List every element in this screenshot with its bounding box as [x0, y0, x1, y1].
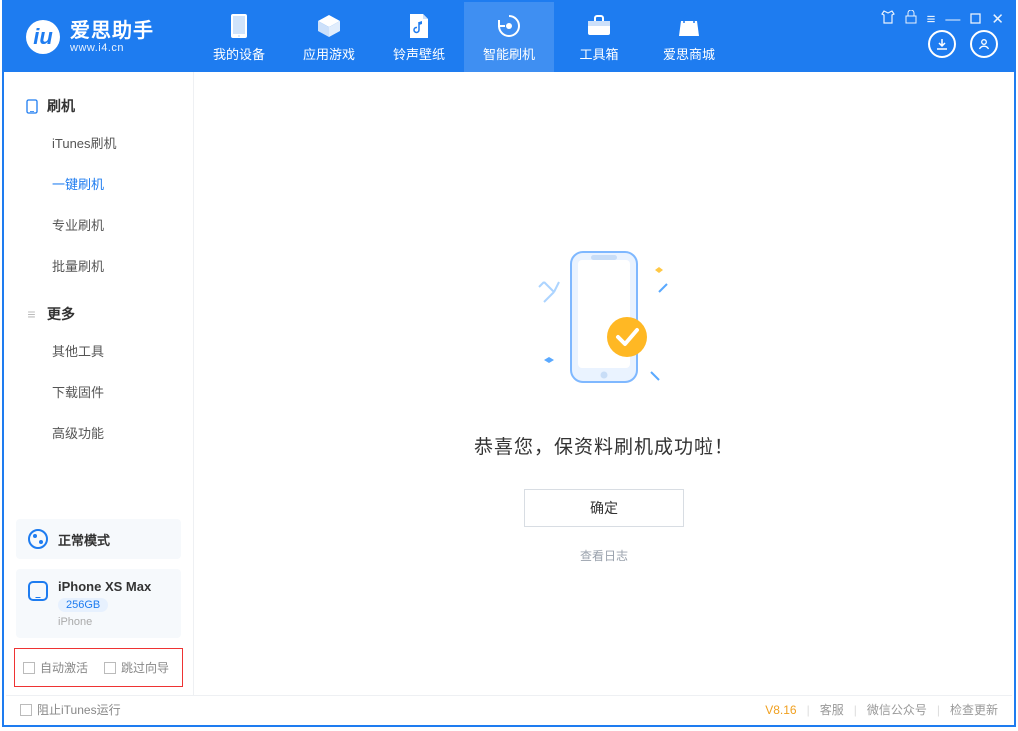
main-nav: 我的设备 应用游戏 铃声壁纸 智能刷机: [194, 2, 734, 72]
checkbox-icon: [20, 704, 32, 716]
sidebar-item-pro-flash[interactable]: 专业刷机: [4, 204, 193, 245]
app-url: www.i4.cn: [70, 42, 154, 54]
device-name: iPhone XS Max: [58, 579, 151, 594]
menu-icon[interactable]: ≡: [927, 11, 936, 28]
nav-label: 工具箱: [579, 44, 618, 63]
mode-card[interactable]: 正常模式: [16, 519, 181, 559]
nav-label: 应用游戏: [303, 44, 355, 63]
sidebar-group-more: ≡ 更多: [4, 298, 193, 330]
mode-icon: [28, 529, 48, 549]
nav-ringtone-wallpaper[interactable]: 铃声壁纸: [374, 2, 464, 72]
nav-label: 我的设备: [213, 44, 265, 63]
success-illustration: [529, 242, 679, 402]
sidebar-item-other-tools[interactable]: 其他工具: [4, 330, 193, 371]
group-title: 更多: [47, 304, 75, 324]
logo-area: iu 爱思助手 www.i4.cn: [4, 20, 194, 54]
checkbox-block-itunes[interactable]: 阻止iTunes运行: [20, 701, 121, 718]
nav-my-device[interactable]: 我的设备: [194, 2, 284, 72]
nav-label: 智能刷机: [483, 44, 535, 63]
refresh-shield-icon: [495, 12, 523, 40]
lock-icon[interactable]: [905, 10, 917, 28]
separator: |: [807, 703, 810, 717]
nav-toolbox[interactable]: 工具箱: [554, 2, 644, 72]
music-file-icon: [405, 12, 433, 40]
sidebar-item-itunes-flash[interactable]: iTunes刷机: [4, 122, 193, 163]
wechat-link[interactable]: 微信公众号: [867, 701, 927, 718]
cube-icon: [315, 12, 343, 40]
device-card[interactable]: iPhone XS Max 256GB iPhone: [16, 569, 181, 638]
shopping-bag-icon: [675, 12, 703, 40]
checkbox-icon: [23, 662, 35, 674]
checkbox-skip-guide[interactable]: 跳过向导: [104, 659, 169, 676]
sidebar-item-batch-flash[interactable]: 批量刷机: [4, 245, 193, 286]
nav-apps-games[interactable]: 应用游戏: [284, 2, 374, 72]
body: 刷机 iTunes刷机 一键刷机 专业刷机 批量刷机 ≡ 更多 其他工具 下载固…: [4, 72, 1014, 695]
checkbox-auto-activate[interactable]: 自动激活: [23, 659, 88, 676]
device-type: iPhone: [58, 616, 151, 628]
sidebar: 刷机 iTunes刷机 一键刷机 专业刷机 批量刷机 ≡ 更多 其他工具 下载固…: [4, 72, 194, 695]
checkbox-icon: [104, 662, 116, 674]
nav-label: 铃声壁纸: [393, 44, 445, 63]
user-icon[interactable]: [970, 30, 998, 58]
group-title: 刷机: [47, 96, 75, 116]
check-update-link[interactable]: 检查更新: [950, 701, 998, 718]
window-controls: ≡ — ✕: [881, 10, 1004, 28]
device-icon: [28, 581, 48, 601]
footer: 阻止iTunes运行 V8.16 | 客服 | 微信公众号 | 检查更新: [6, 695, 1012, 723]
sidebar-item-advanced[interactable]: 高级功能: [4, 412, 193, 453]
maximize-button[interactable]: [970, 11, 981, 28]
footer-right: V8.16 | 客服 | 微信公众号 | 检查更新: [765, 701, 998, 718]
ok-button[interactable]: 确定: [524, 489, 684, 527]
view-log-link[interactable]: 查看日志: [580, 547, 628, 564]
mode-label: 正常模式: [58, 530, 110, 549]
checkbox-label: 阻止iTunes运行: [37, 701, 121, 718]
options-row: 自动激活 跳过向导: [14, 648, 183, 687]
separator: |: [854, 703, 857, 717]
sidebar-group-flash: 刷机: [4, 90, 193, 122]
close-button[interactable]: ✕: [991, 10, 1004, 28]
device-small-icon: [24, 99, 39, 114]
toolbox-icon: [585, 12, 613, 40]
nav-label: 爱思商城: [663, 44, 715, 63]
app-window: iu 爱思助手 www.i4.cn 我的设备 应用游戏: [2, 0, 1016, 727]
success-title: 恭喜您，保资料刷机成功啦！: [474, 432, 734, 459]
separator: |: [937, 703, 940, 717]
app-title: 爱思助手 www.i4.cn: [70, 20, 154, 54]
nav-store[interactable]: 爱思商城: [644, 2, 734, 72]
list-icon: ≡: [24, 307, 39, 322]
app-logo-icon: iu: [26, 20, 60, 54]
header-right-icons: [928, 30, 998, 58]
phone-icon: [225, 12, 253, 40]
shirt-icon[interactable]: [881, 10, 895, 28]
version-label: V8.16: [765, 703, 796, 717]
checkbox-label: 自动激活: [40, 659, 88, 676]
sidebar-item-oneclick-flash[interactable]: 一键刷机: [4, 163, 193, 204]
minimize-button[interactable]: —: [945, 11, 960, 28]
main-content: 恭喜您，保资料刷机成功啦！ 确定 查看日志: [194, 72, 1014, 695]
titlebar: iu 爱思助手 www.i4.cn 我的设备 应用游戏: [4, 2, 1014, 72]
sidebar-item-download-firmware[interactable]: 下载固件: [4, 371, 193, 412]
device-capacity: 256GB: [58, 598, 108, 612]
support-link[interactable]: 客服: [820, 701, 844, 718]
device-info: iPhone XS Max 256GB iPhone: [58, 579, 151, 628]
app-name: 爱思助手: [70, 20, 154, 42]
checkbox-label: 跳过向导: [121, 659, 169, 676]
download-icon[interactable]: [928, 30, 956, 58]
nav-smart-flash[interactable]: 智能刷机: [464, 2, 554, 72]
footer-left: 阻止iTunes运行: [20, 701, 121, 718]
